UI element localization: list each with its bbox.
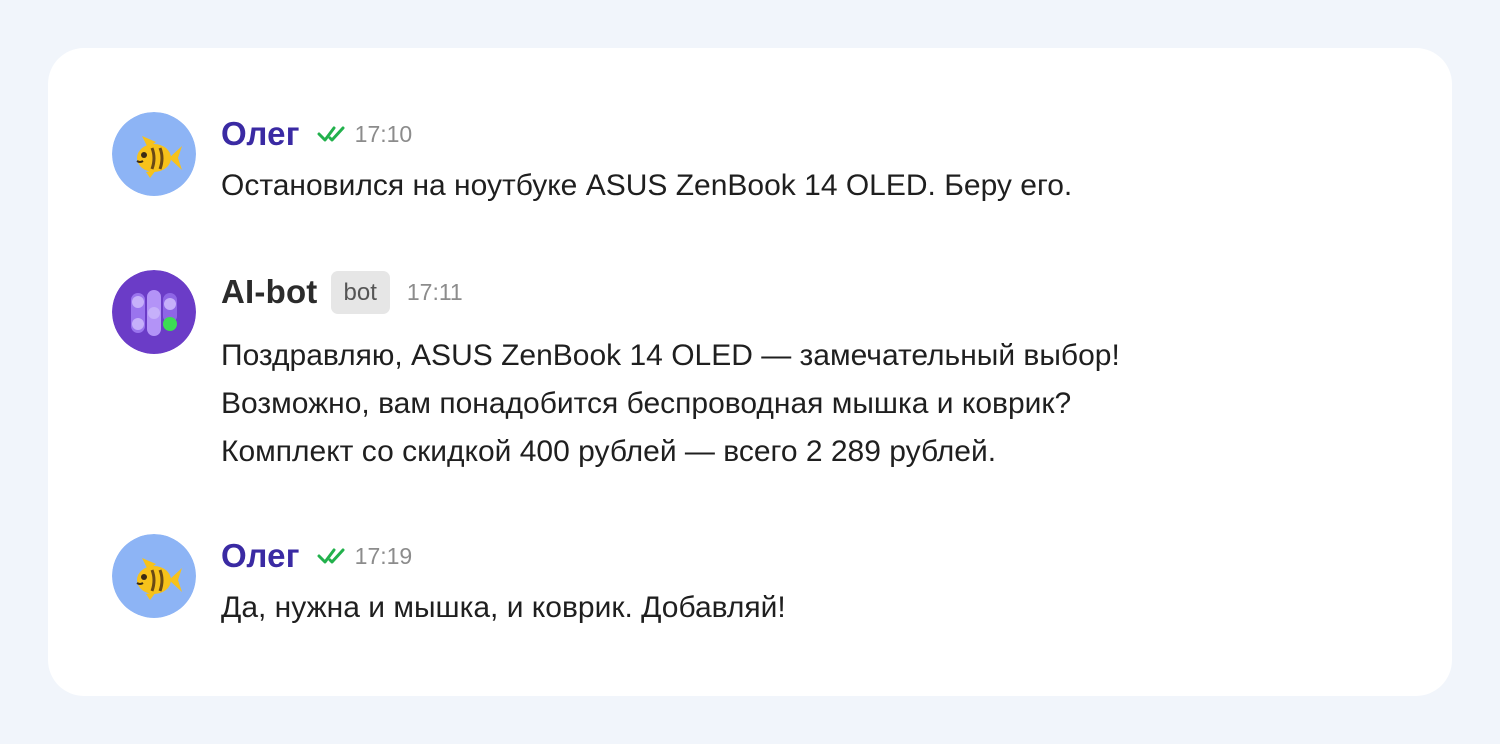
double-check-icon bbox=[317, 124, 347, 144]
message-item: AI-bot bot 17:11 Поздравляю, ASUS ZenBoo… bbox=[48, 270, 1452, 470]
bot-badge: bot bbox=[330, 270, 390, 314]
chat-panel: Олег 17:10 Остановился на ноутбуке ASUS … bbox=[48, 48, 1452, 696]
message-header: Олег 17:10 bbox=[221, 112, 412, 156]
message-item: Олег 17:19 Да, нужна и мышка, и коврик. … bbox=[48, 534, 1452, 654]
fish-icon bbox=[112, 112, 196, 196]
bot-avatar[interactable] bbox=[112, 270, 196, 354]
message-line: Да, нужна и мышка, и коврик. Добавляй! bbox=[221, 591, 786, 624]
message-text: Остановился на ноутбуке ASUS ZenBook 14 … bbox=[221, 162, 1072, 210]
message-header: Олег 17:19 bbox=[221, 534, 412, 578]
author-name[interactable]: AI-bot bbox=[221, 273, 318, 311]
user-avatar[interactable] bbox=[112, 112, 196, 196]
message-text: Да, нужна и мышка, и коврик. Добавляй! bbox=[221, 584, 786, 632]
fish-icon bbox=[112, 534, 196, 618]
double-check-icon bbox=[317, 546, 347, 566]
message-time: 17:19 bbox=[354, 542, 413, 569]
message-item: Олег 17:10 Остановился на ноутбуке ASUS … bbox=[48, 112, 1452, 232]
message-time: 17:11 bbox=[406, 278, 463, 305]
message-line: Комплект со скидкой 400 рублей — всего 2… bbox=[221, 435, 997, 468]
message-line: Остановился на ноутбуке ASUS ZenBook 14 … bbox=[221, 169, 1073, 202]
message-line: Возможно, вам понадобится беспроводная м… bbox=[221, 387, 1072, 420]
message-header: AI-bot bot 17:11 bbox=[221, 270, 463, 314]
user-avatar[interactable] bbox=[112, 534, 196, 618]
ai-bot-logo-icon bbox=[112, 270, 196, 354]
message-line: Поздравляю, ASUS ZenBook 14 OLED — замеч… bbox=[221, 339, 1120, 372]
author-name[interactable]: Олег bbox=[221, 115, 300, 153]
message-time: 17:10 bbox=[354, 120, 413, 147]
message-text: Поздравляю, ASUS ZenBook 14 OLED — замеч… bbox=[221, 332, 1120, 476]
author-name[interactable]: Олег bbox=[221, 537, 300, 575]
